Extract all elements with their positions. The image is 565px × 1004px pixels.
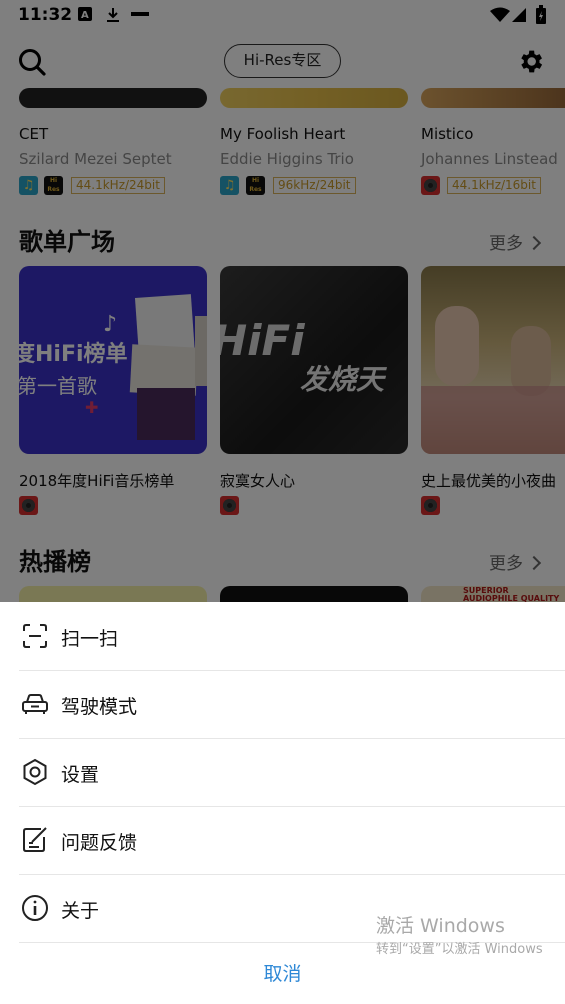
info-icon [21,894,49,922]
car-icon [21,690,49,718]
windows-activation-watermark: 激活 Windows [376,915,505,937]
menu-item-settings[interactable]: 设置 [19,738,565,806]
menu-item-driving-mode[interactable]: 驾驶模式 [19,670,565,738]
menu-item-scan[interactable]: 扫一扫 [19,602,565,670]
cancel-button[interactable]: 取消 [0,954,565,994]
menu-label: 扫一扫 [61,628,119,650]
menu-item-feedback[interactable]: 问题反馈 [19,806,565,874]
menu-label: 关于 [61,900,100,922]
menu-label: 设置 [61,764,100,786]
menu-label: 驾驶模式 [61,696,138,718]
menu-label: 问题反馈 [61,832,138,854]
feedback-icon [21,826,49,854]
scan-icon [21,622,49,650]
windows-activation-hint: 转到“设置”以激活 Windows [376,942,543,957]
hexagon-settings-icon [21,758,49,786]
